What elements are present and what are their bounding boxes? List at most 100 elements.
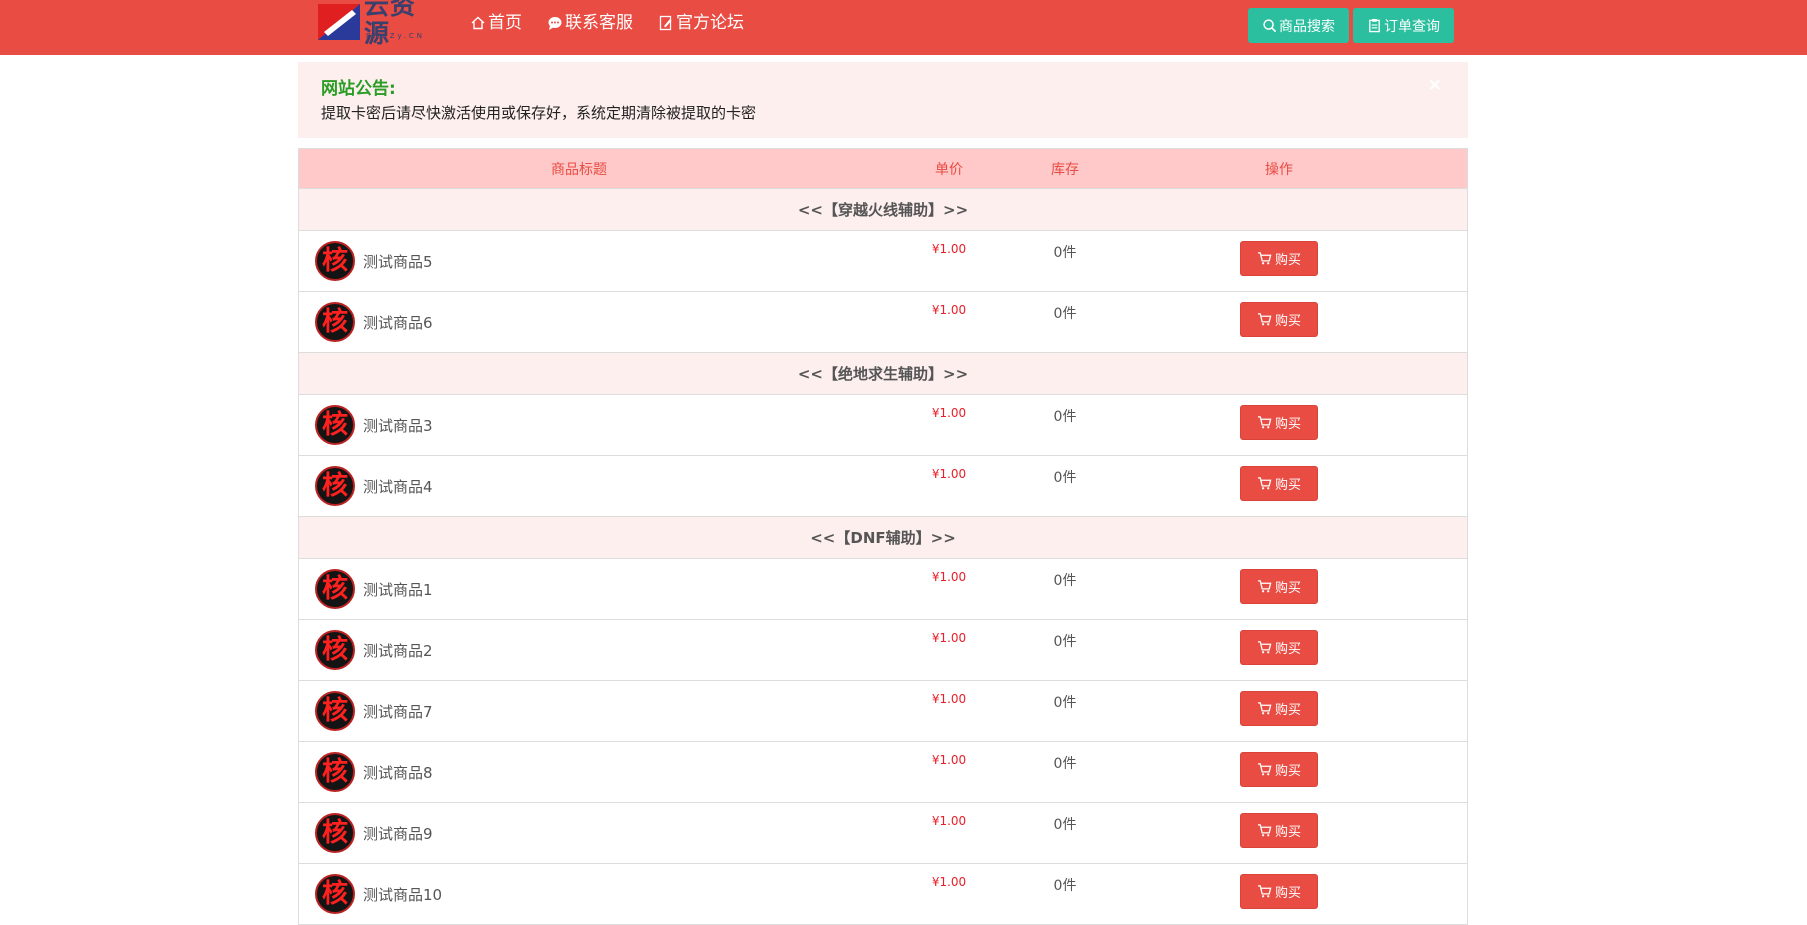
- operation-cell: 购买: [1091, 812, 1467, 851]
- product-name: 测试商品7: [363, 702, 433, 721]
- table-row: 核 测试商品7 ¥1.00 0件 购买: [299, 681, 1467, 742]
- cart-icon: [1257, 476, 1272, 491]
- product-name-cell: 核 测试商品2: [299, 630, 859, 670]
- table-row: 核 测试商品10 ¥1.00 0件 购买: [299, 864, 1467, 925]
- logo-text: 云资源: [364, 0, 417, 48]
- order-query-button[interactable]: 订单查询: [1353, 8, 1454, 43]
- table-row: 核 测试商品8 ¥1.00 0件 购买: [299, 742, 1467, 803]
- product-search-label: 商品搜索: [1279, 17, 1335, 34]
- buy-label: 购买: [1274, 641, 1301, 657]
- buy-button[interactable]: 购买: [1240, 568, 1318, 604]
- product-price: ¥1.00: [931, 753, 967, 767]
- buy-button[interactable]: 购买: [1240, 465, 1318, 501]
- buy-label: 购买: [1274, 416, 1301, 432]
- operation-cell: 购买: [1091, 301, 1467, 340]
- category-label: <<【DNF辅助】>>: [810, 529, 956, 547]
- product-price: ¥1.00: [931, 570, 967, 584]
- product-name: 测试商品1: [363, 580, 433, 599]
- product-price: ¥1.00: [931, 814, 967, 828]
- buy-label: 购买: [1274, 580, 1301, 596]
- product-avatar: 核: [315, 630, 355, 670]
- buy-label: 购买: [1274, 313, 1301, 329]
- header-price: 单价: [935, 161, 963, 178]
- product-stock: 0件: [1053, 245, 1077, 261]
- table-row: 核 测试商品5 ¥1.00 0件 购买: [299, 231, 1467, 292]
- category-row: <<【穿越火线辅助】>>: [299, 189, 1467, 231]
- product-search-button[interactable]: 商品搜索: [1248, 8, 1349, 43]
- cart-icon: [1257, 415, 1272, 430]
- cart-icon: [1257, 701, 1272, 716]
- navbar-inner: 云资源 EMaZy.CN 首页 联系客服 官方论坛 商品搜索 订单查询: [318, 0, 1454, 55]
- nav-forum-label: 官方论坛: [676, 13, 744, 33]
- notice-close-icon[interactable]: ×: [1428, 76, 1442, 94]
- product-name-cell: 核 测试商品10: [299, 874, 859, 914]
- product-stock: 0件: [1053, 470, 1077, 486]
- table-row: 核 测试商品1 ¥1.00 0件 购买: [299, 559, 1467, 620]
- buy-button[interactable]: 购买: [1240, 629, 1318, 665]
- product-name: 测试商品2: [363, 641, 433, 660]
- category-label: <<【绝地求生辅助】>>: [797, 365, 969, 383]
- table-row: 核 测试商品4 ¥1.00 0件 购买: [299, 456, 1467, 517]
- product-name-cell: 核 测试商品7: [299, 691, 859, 731]
- product-name-cell: 核 测试商品3: [299, 405, 859, 445]
- nav-contact[interactable]: 联系客服: [547, 12, 633, 34]
- product-price: ¥1.00: [931, 406, 967, 420]
- logo-subtext: EMaZy.CN: [366, 32, 426, 40]
- cart-icon: [1257, 640, 1272, 655]
- table-row: 核 测试商品6 ¥1.00 0件 购买: [299, 292, 1467, 353]
- header-buttons: 商品搜索 订单查询: [1248, 8, 1454, 43]
- operation-cell: 购买: [1091, 240, 1467, 279]
- product-price: ¥1.00: [931, 303, 967, 317]
- product-name-cell: 核 测试商品1: [299, 569, 859, 609]
- notice-title: 网站公告:: [321, 79, 396, 99]
- buy-label: 购买: [1274, 702, 1301, 718]
- operation-cell: 购买: [1091, 404, 1467, 443]
- table-body: <<【穿越火线辅助】>> 核 测试商品5 ¥1.00 0件 购买 核 测试商品6: [299, 189, 1467, 925]
- product-price: ¥1.00: [931, 692, 967, 706]
- product-name: 测试商品6: [363, 313, 433, 332]
- product-avatar: 核: [315, 874, 355, 914]
- product-stock: 0件: [1053, 695, 1077, 711]
- buy-label: 购买: [1274, 824, 1301, 840]
- product-avatar: 核: [315, 302, 355, 342]
- top-navbar: 云资源 EMaZy.CN 首页 联系客服 官方论坛 商品搜索 订单查询: [0, 0, 1807, 55]
- buy-button[interactable]: 购买: [1240, 751, 1318, 787]
- table-row: 核 测试商品2 ¥1.00 0件 购买: [299, 620, 1467, 681]
- header-title: 商品标题: [551, 161, 607, 178]
- forum-icon: [658, 15, 674, 31]
- product-name-cell: 核 测试商品6: [299, 302, 859, 342]
- buy-button[interactable]: 购买: [1240, 240, 1318, 276]
- buy-label: 购买: [1274, 477, 1301, 493]
- product-name: 测试商品3: [363, 416, 433, 435]
- product-price: ¥1.00: [931, 242, 967, 256]
- product-stock: 0件: [1053, 306, 1077, 322]
- cart-icon: [1257, 251, 1272, 266]
- site-logo[interactable]: 云资源 EMaZy.CN: [318, 0, 440, 48]
- logo-mark-icon: [318, 4, 360, 40]
- nav-contact-label: 联系客服: [565, 13, 633, 33]
- nav-forum[interactable]: 官方论坛: [658, 12, 744, 34]
- product-avatar: 核: [315, 569, 355, 609]
- buy-label: 购买: [1274, 252, 1301, 268]
- main-nav: 首页 联系客服 官方论坛: [470, 12, 744, 34]
- category-row: <<【绝地求生辅助】>>: [299, 353, 1467, 395]
- product-stock: 0件: [1053, 878, 1077, 894]
- operation-cell: 购买: [1091, 465, 1467, 504]
- product-avatar: 核: [315, 813, 355, 853]
- buy-label: 购买: [1274, 763, 1301, 779]
- buy-button[interactable]: 购买: [1240, 301, 1318, 337]
- operation-cell: 购买: [1091, 690, 1467, 729]
- cart-icon: [1257, 312, 1272, 327]
- product-name: 测试商品8: [363, 763, 433, 782]
- buy-button[interactable]: 购买: [1240, 690, 1318, 726]
- clipboard-icon: [1367, 18, 1382, 33]
- product-price: ¥1.00: [931, 631, 967, 645]
- chat-icon: [547, 15, 563, 31]
- buy-button[interactable]: 购买: [1240, 812, 1318, 848]
- nav-home[interactable]: 首页: [470, 12, 522, 34]
- header-operation: 操作: [1265, 161, 1293, 178]
- buy-button[interactable]: 购买: [1240, 873, 1318, 909]
- product-name-cell: 核 测试商品4: [299, 466, 859, 506]
- product-stock: 0件: [1053, 634, 1077, 650]
- buy-button[interactable]: 购买: [1240, 404, 1318, 440]
